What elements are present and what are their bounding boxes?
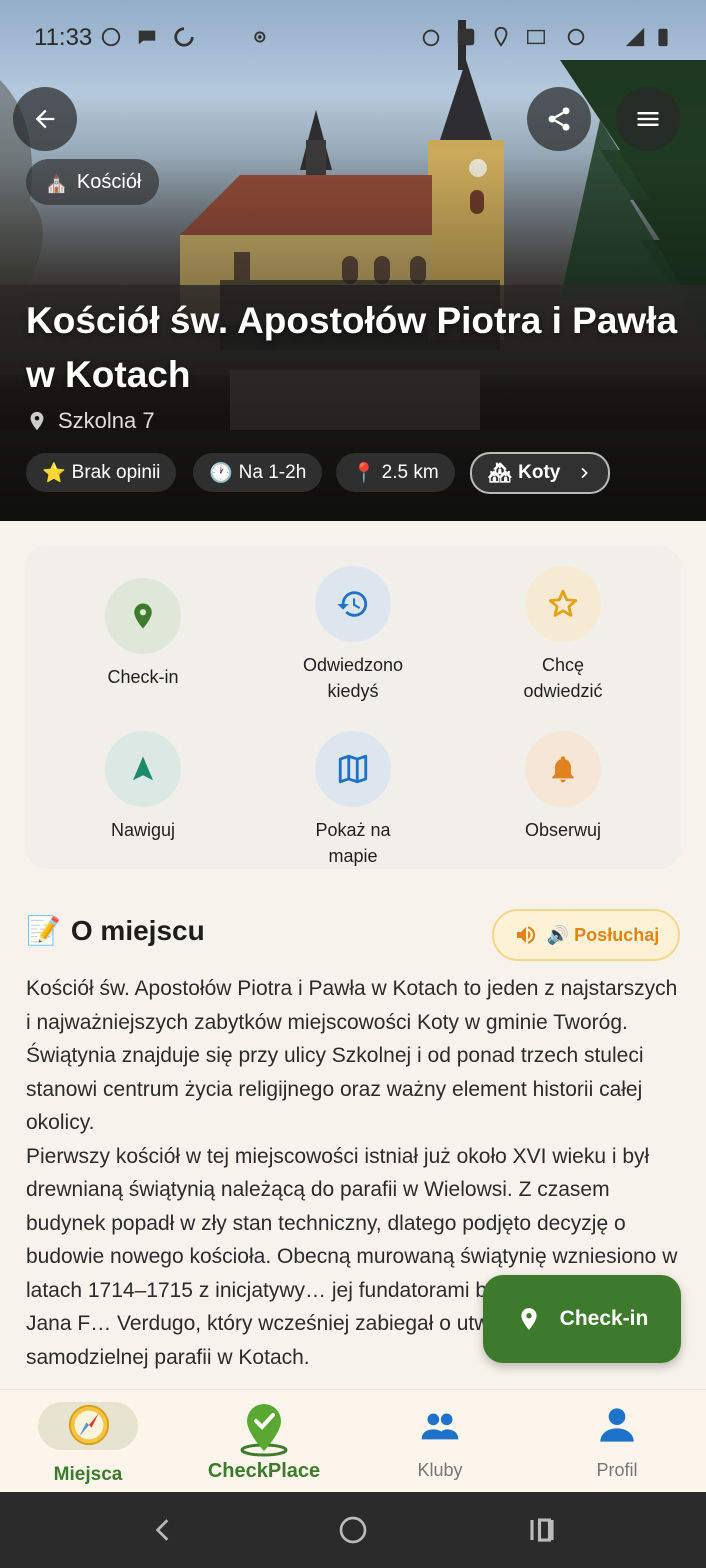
duration-label: Na 1-2h: [238, 461, 307, 483]
bottom-navigation: Miejsca CheckPlace Kluby Profil: [0, 1389, 706, 1492]
nav-checkplace[interactable]: CheckPlace: [176, 1390, 352, 1493]
map-pin-icon: [521, 1308, 537, 1330]
follow-action[interactable]: Obserwuj: [463, 731, 663, 843]
brand-label: CheckPlace: [207, 1460, 321, 1482]
nav-places-label: Miejsca: [53, 1464, 123, 1485]
navigate-label: Nawiguj: [110, 820, 176, 840]
visited-action[interactable]: Odwiedzono kiedyś: [253, 566, 453, 704]
want-to-visit-action[interactable]: Chcę odwiedzić: [463, 566, 663, 704]
alarm-icon: [422, 29, 440, 47]
system-home-icon[interactable]: [337, 1514, 369, 1546]
show-on-map-label: Pokaż na mapie: [315, 820, 391, 866]
hotspot-icon: [567, 28, 585, 46]
want-icon-bg: [525, 566, 601, 642]
location-pin-icon: [30, 411, 44, 431]
system-navigation-bar: [0, 1492, 706, 1568]
nav-profile[interactable]: Profil: [529, 1390, 705, 1493]
system-recents-icon[interactable]: [527, 1514, 557, 1546]
star-icon: ⭐: [42, 462, 66, 484]
rating-pill[interactable]: ⭐ Brak opinii: [26, 453, 177, 492]
duration-pill: 🕐 Na 1-2h: [193, 453, 323, 492]
navigate-action[interactable]: Nawiguj: [43, 731, 243, 843]
share-button[interactable]: [527, 87, 591, 151]
rating-label: Brak opinii: [71, 461, 161, 483]
address: Szkolna 7: [26, 408, 155, 434]
map-pin-icon: [134, 603, 152, 629]
map-icon-bg: [315, 731, 391, 807]
clock-icon: 🕐: [209, 462, 233, 484]
hamburger-menu-icon: [637, 112, 659, 126]
bell-icon-bg: [525, 731, 601, 807]
sync-icon: [174, 27, 194, 47]
chat-icon: [138, 30, 156, 45]
checkin-icon-bg: [105, 578, 181, 654]
star-icon: [548, 589, 578, 617]
battery-icon: [658, 28, 668, 47]
distance-pill: 📍 2.5 km: [336, 453, 455, 492]
follow-label: Obserwuj: [524, 820, 602, 840]
distance-label: 2.5 km: [381, 461, 439, 483]
record-icon: [254, 31, 266, 43]
menu-button[interactable]: [616, 87, 680, 151]
navigate-icon-bg: [105, 731, 181, 807]
listen-label: 🔊 Posłuchaj: [546, 924, 660, 945]
speaker-icon: [516, 926, 535, 944]
whatsapp-icon: [101, 27, 121, 47]
hero-image: 11:33 ⛪ Kościół Kościół św. Apostołów Pi…: [0, 0, 706, 521]
action-card: Check-in Odwiedzono kiedyś Chcę odwiedzi…: [25, 546, 681, 869]
map-icon: [338, 754, 368, 784]
people-icon: [421, 1413, 459, 1440]
nav-clubs-label: Kluby: [417, 1460, 463, 1480]
listen-button[interactable]: 🔊 Posłuchaj: [492, 909, 680, 961]
checkin-action[interactable]: Check-in: [43, 578, 243, 690]
bell-icon: [552, 756, 574, 783]
volte-icon: [527, 29, 545, 45]
category-label: Kościół: [76, 170, 142, 193]
arrow-left-icon: [35, 109, 55, 129]
checkplace-logo-icon: [240, 1404, 288, 1457]
town-chip[interactable]: 🏘 Koty: [470, 452, 611, 494]
hero-gradient: [0, 0, 706, 521]
location-icon: [494, 26, 508, 47]
status-bar: 11:33: [0, 0, 706, 76]
church-icon: ⛪: [44, 171, 69, 194]
pin-icon: 📍: [352, 462, 376, 484]
show-on-map-action[interactable]: Pokaż na mapie: [253, 731, 453, 869]
nfc-icon: [457, 28, 475, 46]
visited-icon-bg: [315, 566, 391, 642]
nav-clubs[interactable]: Kluby: [352, 1390, 528, 1493]
visited-label: Odwiedzono kiedyś: [302, 655, 404, 701]
checkin-fab[interactable]: Check-in: [483, 1275, 681, 1363]
compass-icon: [68, 1404, 110, 1446]
share-icon: [548, 107, 570, 131]
nav-places[interactable]: Miejsca: [0, 1390, 176, 1493]
chevron-right-icon: [581, 467, 589, 479]
system-back-icon[interactable]: [150, 1514, 176, 1546]
about-title: O miejscu: [70, 914, 205, 946]
category-chip: ⛪ Kościół: [26, 159, 160, 205]
user-icon: [600, 1408, 634, 1442]
nav-profile-label: Profil: [596, 1460, 638, 1480]
fab-label: Check-in: [559, 1307, 649, 1330]
houses-icon: 🏘: [488, 463, 513, 484]
back-button[interactable]: [13, 87, 77, 151]
town-label: Koty: [518, 462, 561, 483]
checkin-label: Check-in: [107, 667, 179, 687]
navigation-arrow-icon: [133, 756, 153, 781]
about-heading: 📝 O miejscu: [26, 914, 205, 947]
address-text: Szkolna 7: [58, 408, 155, 433]
history-icon: [337, 591, 368, 617]
memo-icon: 📝: [26, 915, 61, 946]
place-title: Kościół św. Apostołów Piotra i Pawła w K…: [26, 300, 678, 395]
want-to-visit-label: Chcę odwiedzić: [523, 655, 603, 701]
status-time: 11:33: [34, 24, 93, 51]
signal-icon: [625, 27, 645, 47]
